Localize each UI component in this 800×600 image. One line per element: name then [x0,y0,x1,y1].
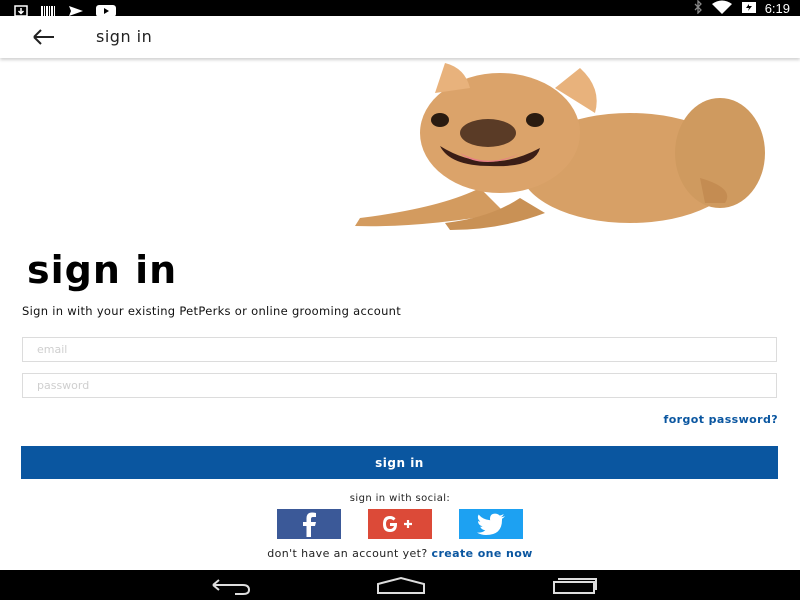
back-nav-icon [212,579,251,595]
facebook-icon [303,512,316,537]
app-bar: sign in [0,16,800,58]
arrow-back-icon [33,29,54,45]
back-button[interactable] [30,26,58,48]
social-signin-label: sign in with social: [349,493,451,504]
google-plus-icon [383,516,412,532]
nav-home-button[interactable] [376,575,426,595]
status-right-icons: 6:19 [693,0,790,16]
nav-recents-button[interactable] [549,575,599,595]
signup-prompt-text: don't have an account yet? [267,547,428,560]
wifi-icon [711,0,733,18]
bluetooth-icon [693,0,703,18]
hero-dog-image [340,58,780,233]
twitter-signin-button[interactable] [459,509,523,539]
battery-icon [741,0,757,18]
create-account-link[interactable]: create one now [432,547,533,560]
password-field[interactable] [22,373,777,398]
page-heading: sign in [27,248,178,292]
navigation-bar [0,570,800,600]
google-plus-signin-button[interactable] [368,509,432,539]
signin-button[interactable]: sign in [21,446,778,479]
status-bar: 6:19 [0,0,800,17]
signup-prompt: don't have an account yet? create one no… [0,547,800,560]
app-bar-title: sign in [96,27,153,46]
home-nav-icon [377,576,425,594]
nav-back-button[interactable] [205,575,255,595]
twitter-icon [477,513,505,535]
status-time: 6:19 [764,0,790,16]
facebook-signin-button[interactable] [277,509,341,539]
forgot-password-link[interactable]: forgot password? [664,413,778,426]
email-field[interactable] [22,337,777,362]
recents-nav-icon [553,578,597,594]
signin-description: Sign in with your existing PetPerks or o… [22,304,402,318]
